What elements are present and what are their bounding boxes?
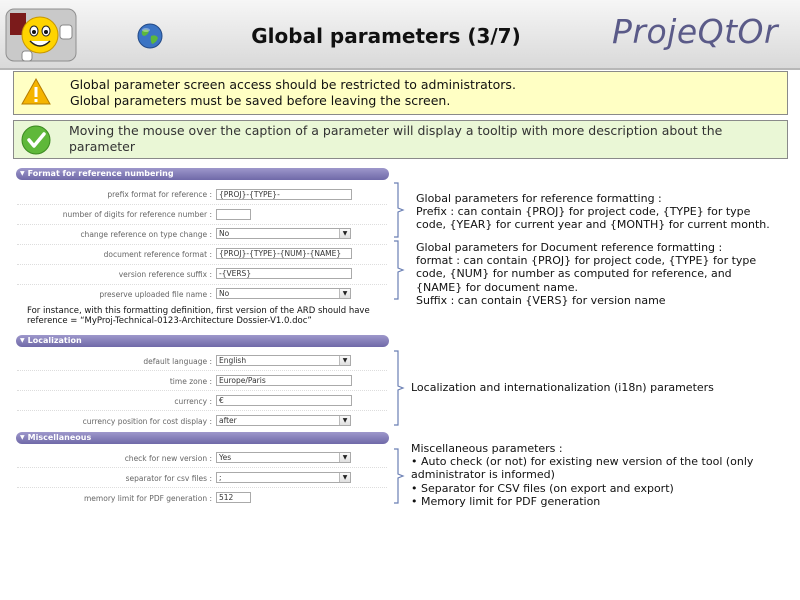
label-version-reference-suffix: version reference suffix :	[118, 270, 212, 279]
description-localization: Localization and internationalization (i…	[411, 381, 714, 394]
preserve-file-name-select[interactable]: No ▼	[216, 288, 351, 299]
chevron-down-icon[interactable]: ▼	[339, 289, 350, 298]
brand-logo-text: ProjeQtOr	[612, 12, 779, 51]
label-document-reference-format: document reference format :	[103, 250, 212, 259]
label-number-of-digits: number of digits for reference number :	[62, 210, 212, 219]
reference-example-note: For instance, with this formatting defin…	[27, 306, 397, 326]
description-document-formatting: Global parameters for Document reference…	[416, 241, 796, 307]
row-divider	[17, 390, 387, 391]
header-bar: Global parameters (3/7) ProjeQtOr	[0, 0, 800, 70]
section-header-localization[interactable]: ▼ Localization	[16, 335, 389, 347]
change-reference-select[interactable]: No ▼	[216, 228, 351, 239]
csv-separator-select[interactable]: ; ▼	[216, 472, 351, 483]
select-value: ;	[219, 473, 222, 482]
warning-line: Global parameters must be saved before l…	[70, 93, 451, 108]
description-line: • Separator for CSV files (on export and…	[411, 481, 674, 495]
warning-text: Global parameter screen access should be…	[70, 77, 780, 109]
tip-text: Moving the mouse over the caption of a p…	[69, 123, 723, 154]
example-line: For instance, with this formatting defin…	[27, 306, 370, 316]
row-divider	[17, 410, 387, 411]
number-of-digits-input[interactable]	[216, 209, 251, 220]
description-line: format : can contain {PROJ} for project …	[416, 254, 757, 268]
row-divider	[17, 467, 387, 468]
collapse-arrow-icon[interactable]: ▼	[20, 432, 25, 444]
description-reference-formatting: Global parameters for reference formatti…	[416, 192, 796, 232]
header-divider	[0, 68, 800, 70]
default-language-select[interactable]: English ▼	[216, 355, 351, 366]
bracket-document	[394, 240, 405, 300]
chevron-down-icon[interactable]: ▼	[339, 356, 350, 365]
bracket-reference	[394, 182, 405, 238]
warning-icon	[21, 77, 51, 105]
row-divider	[17, 244, 387, 245]
label-currency-position: currency position for cost display :	[82, 417, 212, 426]
label-prefix-format: prefix format for reference :	[107, 190, 212, 199]
label-change-reference: change reference on type change :	[80, 230, 212, 239]
row-divider	[17, 284, 387, 285]
collapse-arrow-icon[interactable]: ▼	[20, 168, 25, 180]
section-header-reference[interactable]: ▼ Format for reference numbering	[16, 168, 389, 180]
section-header-miscellaneous[interactable]: ▼ Miscellaneous	[16, 432, 389, 444]
chevron-down-icon[interactable]: ▼	[339, 473, 350, 482]
description-line: • Auto check (or not) for existing new v…	[411, 455, 754, 469]
currency-input[interactable]: €	[216, 395, 352, 406]
description-line: code, {NUM} for number as computed for r…	[416, 267, 732, 281]
currency-position-select[interactable]: after ▼	[216, 415, 351, 426]
label-default-language: default language :	[143, 357, 212, 366]
bracket-miscellaneous	[394, 448, 405, 504]
pdf-memory-limit-input[interactable]: 512	[216, 492, 251, 503]
label-currency: currency :	[174, 397, 212, 406]
document-reference-format-input[interactable]: {PROJ}-{TYPE}-{NUM}-{NAME}	[216, 248, 352, 259]
time-zone-input[interactable]: Europe/Paris	[216, 375, 352, 386]
section-title: Miscellaneous	[27, 433, 92, 442]
label-check-new-version: check for new version :	[124, 454, 212, 463]
description-line: Global parameters for Document reference…	[416, 241, 723, 254]
prefix-format-input[interactable]: {PROJ}-{TYPE}-	[216, 189, 352, 200]
description-line: {NAME} for document name.	[416, 280, 578, 294]
warning-line: Global parameter screen access should be…	[70, 77, 516, 92]
logo-icon	[5, 8, 77, 62]
check-new-version-select[interactable]: Yes ▼	[216, 452, 351, 463]
row-divider	[17, 224, 387, 225]
row-divider	[17, 487, 387, 488]
chevron-down-icon[interactable]: ▼	[339, 453, 350, 462]
row-divider	[17, 264, 387, 265]
label-time-zone: time zone :	[169, 377, 212, 386]
warning-message: Global parameter screen access should be…	[13, 71, 788, 115]
description-miscellaneous: Miscellaneous parameters : • Auto check …	[411, 442, 796, 508]
description-line: code, {YEAR} for current year and {MONTH…	[416, 218, 770, 232]
chevron-down-icon[interactable]: ▼	[339, 229, 350, 238]
section-title: Format for reference numbering	[27, 169, 174, 178]
label-pdf-memory-limit: memory limit for PDF generation :	[84, 494, 212, 503]
version-reference-suffix-input[interactable]: -{VERS}	[216, 268, 352, 279]
select-value: English	[219, 356, 247, 365]
description-line: Global parameters for reference formatti…	[416, 192, 662, 205]
example-line: reference = “MyProj-Technical-0123-Archi…	[27, 316, 312, 326]
description-line: Suffix : can contain {VERS} for version …	[416, 293, 666, 307]
row-divider	[17, 204, 387, 205]
select-value: No	[219, 229, 230, 238]
label-csv-separator: separator for csv files :	[125, 474, 212, 483]
slide: Global parameters (3/7) ProjeQtOr Global…	[0, 0, 800, 600]
row-divider	[17, 370, 387, 371]
select-value: Yes	[219, 453, 232, 462]
globe-icon[interactable]	[136, 22, 164, 50]
bracket-localization	[394, 350, 405, 426]
select-value: after	[219, 416, 237, 425]
collapse-arrow-icon[interactable]: ▼	[20, 335, 25, 347]
page-title: Global parameters (3/7)	[251, 24, 521, 48]
checkmark-icon	[21, 125, 51, 155]
select-value: No	[219, 289, 230, 298]
description-line: Miscellaneous parameters :	[411, 442, 563, 455]
description-line: administrator is informed)	[411, 468, 555, 482]
description-line: Prefix : can contain {PROJ} for project …	[416, 205, 751, 219]
label-preserve-file-name: preserve uploaded file name :	[99, 290, 212, 299]
section-title: Localization	[27, 336, 82, 345]
chevron-down-icon[interactable]: ▼	[339, 416, 350, 425]
tip-message: Moving the mouse over the caption of a p…	[13, 120, 788, 159]
description-line: • Memory limit for PDF generation	[411, 494, 601, 508]
